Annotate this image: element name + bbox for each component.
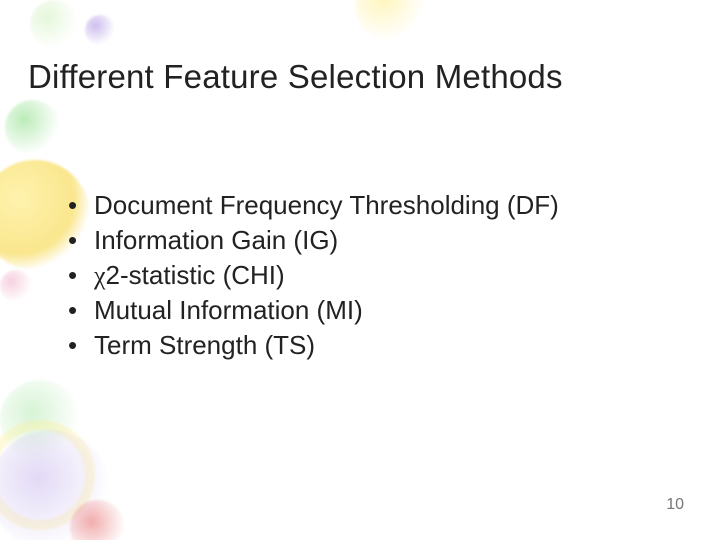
bullet-text: Information Gain (IG) <box>94 225 338 256</box>
bullet-list: •Document Frequency Thresholding (DF)•In… <box>68 190 680 365</box>
bullet-dot-icon: • <box>68 262 94 288</box>
slide: Different Feature Selection Methods •Doc… <box>0 0 720 540</box>
bullet-dot-icon: • <box>68 227 94 253</box>
bullet-text: Mutual Information (MI) <box>94 295 363 326</box>
bullet-text: Document Frequency Thresholding (DF) <box>94 190 559 221</box>
bullet-item: •χ2-statistic (CHI) <box>68 260 680 291</box>
bullet-dot-icon: • <box>68 332 94 358</box>
slide-title: Different Feature Selection Methods <box>28 58 700 96</box>
bullet-text: Term Strength (TS) <box>94 330 315 361</box>
page-number: 10 <box>666 496 684 514</box>
bullet-text: χ2-statistic (CHI) <box>94 260 285 291</box>
bullet-dot-icon: • <box>68 297 94 323</box>
bullet-dot-icon: • <box>68 192 94 218</box>
bullet-item: •Information Gain (IG) <box>68 225 680 256</box>
chi-symbol: χ <box>94 261 106 290</box>
bullet-item: •Mutual Information (MI) <box>68 295 680 326</box>
bullet-item: •Term Strength (TS) <box>68 330 680 361</box>
bullet-item: •Document Frequency Thresholding (DF) <box>68 190 680 221</box>
